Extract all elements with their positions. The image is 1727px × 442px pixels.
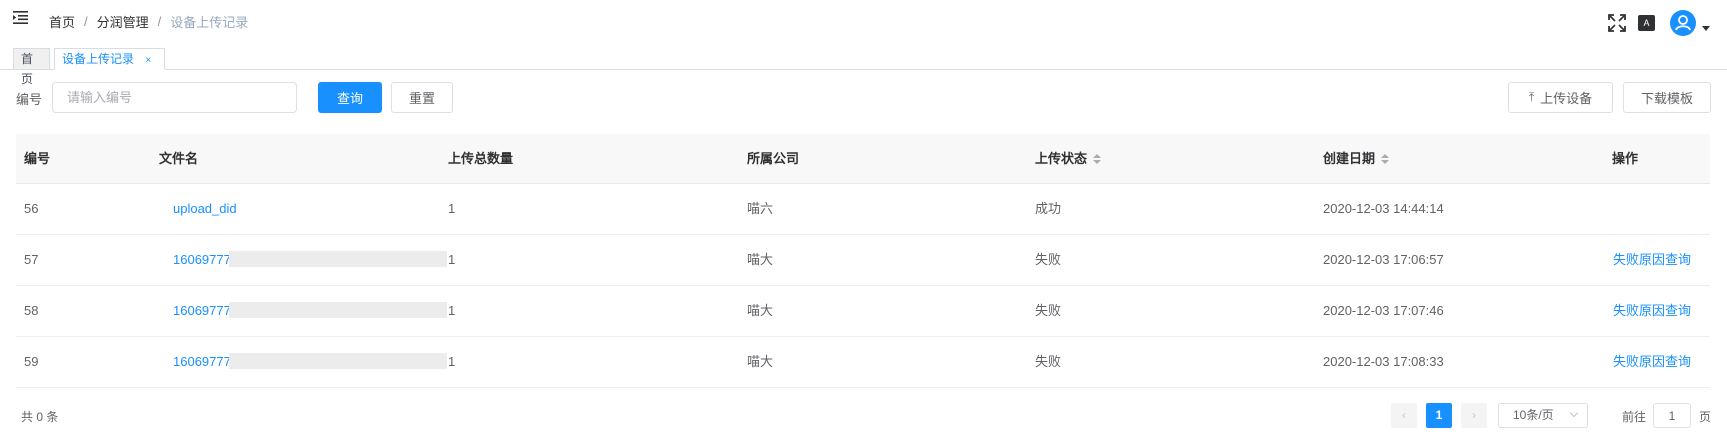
column-header-id: 编号 [24, 151, 51, 166]
cell-count: 1 [448, 252, 456, 267]
column-header-actions: 操作 [1612, 151, 1639, 166]
column-header-status[interactable]: 上传状态 [1035, 134, 1102, 184]
breadcrumb-separator: / [84, 14, 88, 29]
cell-company: 喵大 [747, 252, 774, 267]
upload-device-label: 上传设备 [1540, 91, 1593, 106]
tag-upload-record[interactable]: 设备上传记录 × [54, 48, 165, 70]
redacted-block [229, 302, 447, 318]
table-header: 编号 文件名 上传总数量 所属公司 上传状态 创建日期 操作 [16, 134, 1710, 184]
cell-filename-link[interactable]: upload_did [173, 184, 237, 234]
next-page-button[interactable]: › [1461, 403, 1487, 428]
top-navbar: 首页 / 分润管理 / 设备上传记录 A [0, 0, 1727, 44]
redacted-block [229, 353, 447, 369]
upload-device-button[interactable]: ⤒ 上传设备 [1508, 82, 1613, 113]
cell-company: 喵大 [747, 303, 774, 318]
reset-button[interactable]: 重置 [391, 82, 453, 113]
cell-company: 喵六 [747, 201, 774, 216]
chevron-down-icon[interactable] [1702, 26, 1710, 31]
chevron-down-icon [1569, 408, 1579, 418]
cell-created: 2020-12-03 14:44:14 [1323, 201, 1444, 216]
column-header-filename: 文件名 [159, 151, 199, 166]
tags-view: 首页 设备上传记录 × [0, 45, 1727, 86]
cell-id: 58 [24, 303, 39, 318]
tag-home-label: 首页 [21, 52, 34, 86]
cell-filename-link[interactable]: 16069777 [173, 235, 231, 285]
font-size-icon-label: A [1643, 18, 1650, 28]
page-number-label: 1 [1435, 408, 1443, 422]
table-row: 58 16069777 1 喵大 失败 2020-12-03 17:07:46 … [16, 286, 1710, 337]
page-size-select[interactable]: 10条/页 [1498, 403, 1588, 428]
fullscreen-icon[interactable] [1608, 14, 1626, 32]
column-header-company: 所属公司 [747, 151, 800, 166]
cell-status: 失败 [1035, 354, 1062, 369]
cell-count: 1 [448, 354, 456, 369]
cell-created: 2020-12-03 17:08:33 [1323, 354, 1444, 369]
prev-page-button[interactable]: ‹ [1391, 403, 1417, 428]
number-search-input[interactable] [52, 82, 297, 113]
chevron-left-icon: ‹ [1402, 408, 1406, 422]
table-row: 56 upload_did 1 喵六 成功 2020-12-03 14:44:1… [16, 184, 1710, 235]
menu-fold-icon[interactable] [13, 11, 28, 24]
download-template-label: 下载模板 [1640, 91, 1693, 106]
redacted-block [229, 251, 447, 267]
table-row: 59 16069777 1 喵大 失败 2020-12-03 17:08:33 … [16, 337, 1710, 388]
page-number-button[interactable]: 1 [1426, 403, 1452, 428]
fail-reason-link[interactable]: 失败原因查询 [1613, 337, 1691, 387]
download-template-button[interactable]: 下载模板 [1623, 82, 1711, 113]
upload-icon: ⤒ [1528, 90, 1535, 104]
user-avatar-icon[interactable] [1670, 10, 1696, 36]
sort-icon[interactable] [1093, 153, 1102, 164]
column-header-created-label: 创建日期 [1323, 151, 1376, 166]
query-button[interactable]: 查询 [318, 82, 382, 113]
tag-upload-record-label: 设备上传记录 [62, 52, 135, 66]
fail-reason-link[interactable]: 失败原因查询 [1613, 286, 1691, 336]
cell-id: 56 [24, 201, 39, 216]
fail-reason-link[interactable]: 失败原因查询 [1613, 235, 1691, 285]
upload-record-table: 编号 文件名 上传总数量 所属公司 上传状态 创建日期 操作 56 upload… [16, 134, 1710, 388]
query-button-label: 查询 [336, 91, 363, 106]
cell-status: 成功 [1035, 201, 1062, 216]
filter-label-number: 编号 [16, 92, 43, 107]
chevron-right-icon: › [1472, 408, 1476, 422]
font-size-icon[interactable]: A [1638, 15, 1655, 31]
column-header-status-label: 上传状态 [1035, 151, 1088, 166]
goto-suffix: 页 [1699, 410, 1712, 424]
table-row: 57 16069777 1 喵大 失败 2020-12-03 17:06:57 … [16, 235, 1710, 286]
user-silhouette-icon [1675, 15, 1691, 31]
cell-filename-link[interactable]: 16069777 [173, 286, 231, 336]
close-icon[interactable]: × [145, 55, 151, 66]
breadcrumb-current: 设备上传记录 [170, 15, 249, 30]
tag-home[interactable]: 首页 [13, 48, 50, 86]
goto-label: 前往 [1622, 410, 1647, 424]
cell-company: 喵大 [747, 354, 774, 369]
cell-count: 1 [448, 201, 456, 216]
sort-icon[interactable] [1381, 153, 1390, 164]
cell-created: 2020-12-03 17:07:46 [1323, 303, 1444, 318]
cell-count: 1 [448, 303, 456, 318]
cell-id: 57 [24, 252, 39, 267]
breadcrumb: 首页 / 分润管理 / 设备上传记录 [49, 12, 248, 31]
page-size-value: 10条/页 [1513, 408, 1554, 422]
cell-filename-link[interactable]: 16069777 [173, 337, 231, 387]
column-header-created[interactable]: 创建日期 [1323, 134, 1390, 184]
column-header-count: 上传总数量 [448, 151, 514, 166]
breadcrumb-separator: / [157, 14, 162, 29]
reset-button-label: 重置 [408, 91, 435, 106]
goto-page-input[interactable] [1653, 403, 1691, 428]
cell-status: 失败 [1035, 252, 1062, 267]
cell-id: 59 [24, 354, 39, 369]
cell-created: 2020-12-03 17:06:57 [1323, 252, 1444, 267]
cell-status: 失败 [1035, 303, 1062, 318]
breadcrumb-home[interactable]: 首页 [49, 12, 75, 31]
breadcrumb-section[interactable]: 分润管理 [97, 12, 149, 31]
pagination-total: 共 0 条 [21, 410, 59, 424]
